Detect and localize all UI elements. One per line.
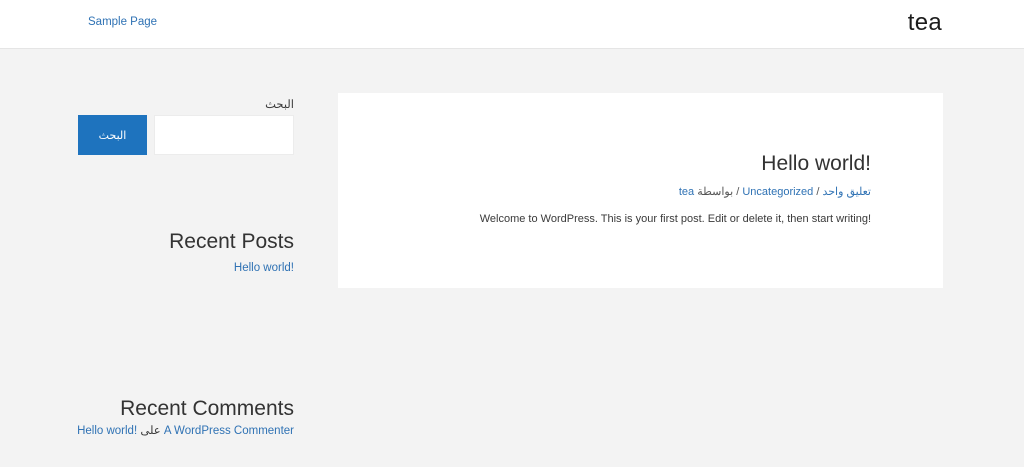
recent-posts-title: Recent Posts	[169, 230, 294, 253]
meta-separator: /	[816, 186, 820, 198]
site-header: Sample Page tea	[0, 0, 1024, 49]
post-category-link[interactable]: Uncategorized	[742, 186, 813, 198]
search-label: البحث	[265, 99, 294, 111]
recent-comment-item: A WordPress Commenter على !Hello world	[77, 423, 294, 437]
post-meta: تعليق واحد / Uncategorized / بواسطة tea	[679, 185, 871, 198]
comment-author-link[interactable]: A WordPress Commenter	[164, 425, 294, 437]
post-excerpt: !Welcome to WordPress. This is your firs…	[479, 213, 871, 225]
comment-on-text: على	[140, 425, 161, 437]
recent-post-link[interactable]: !Hello world	[234, 262, 294, 274]
post-by-text: بواسطة	[697, 186, 734, 198]
post-comments-link[interactable]: تعليق واحد	[822, 186, 871, 198]
site-title[interactable]: tea	[908, 9, 942, 37]
comment-post-link[interactable]: !Hello world	[77, 425, 137, 437]
post-author-link[interactable]: tea	[679, 186, 694, 198]
post-title[interactable]: !Hello world	[761, 152, 871, 176]
recent-comments-title: Recent Comments	[120, 397, 294, 420]
meta-separator: /	[736, 186, 740, 198]
nav-sample-page-link[interactable]: Sample Page	[88, 16, 157, 28]
search-input[interactable]	[154, 115, 294, 155]
post-card: !Hello world تعليق واحد / Uncategorized …	[338, 93, 943, 288]
search-button[interactable]: البحث	[78, 115, 147, 155]
